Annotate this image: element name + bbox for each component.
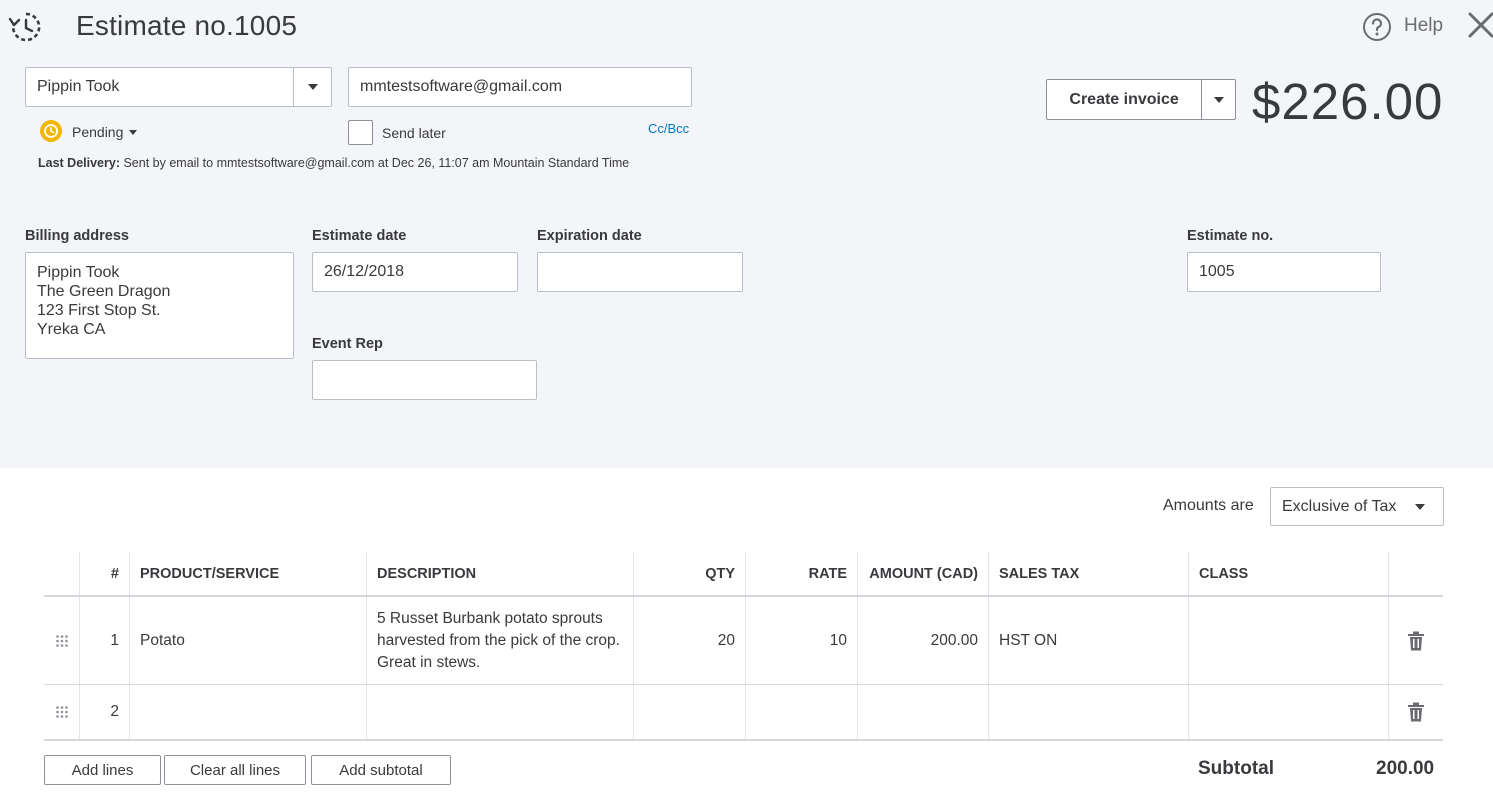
trash-icon[interactable] (1389, 597, 1443, 684)
expiration-date-field[interactable] (537, 252, 743, 292)
column-header-description: DESCRIPTION (367, 552, 634, 595)
estimate-date-label: Estimate date (312, 228, 407, 244)
row-amount[interactable]: 200.00 (858, 597, 989, 684)
help-icon[interactable] (1362, 12, 1392, 42)
row-qty[interactable]: 20 (634, 597, 746, 684)
row-amount[interactable] (858, 685, 989, 739)
last-delivery-label: Last Delivery: (38, 156, 120, 170)
estimate-no-field[interactable]: 1005 (1187, 252, 1381, 292)
column-header-qty: QTY (634, 552, 746, 595)
row-description[interactable]: 5 Russet Burbank potato sprouts harveste… (367, 597, 634, 684)
column-header-number: # (80, 552, 130, 595)
create-invoice-dropdown-button[interactable] (1201, 80, 1235, 119)
billing-address-line: Yreka CA (37, 321, 106, 338)
table-row[interactable]: 1 Potato 5 Russet Burbank potato sprouts… (44, 597, 1443, 685)
customer-email-field[interactable]: mmtestsoftware@gmail.com (348, 67, 692, 107)
drag-handle-icon[interactable] (44, 597, 80, 684)
estimate-total-amount: $226.00 (1252, 73, 1444, 130)
pending-clock-icon (38, 119, 64, 143)
row-number: 2 (80, 685, 130, 739)
billing-address-label: Billing address (25, 228, 129, 244)
column-header-drag (44, 552, 80, 595)
estimate-date-field[interactable]: 26/12/2018 (312, 252, 518, 292)
help-link[interactable]: Help (1404, 15, 1443, 37)
add-subtotal-button[interactable]: Add subtotal (311, 755, 451, 785)
drag-handle-icon[interactable] (44, 685, 80, 739)
subtotal-label: Subtotal (1198, 758, 1274, 779)
history-icon[interactable] (8, 10, 44, 44)
chevron-down-icon (307, 84, 318, 90)
create-invoice-split-button[interactable]: Create invoice (1046, 79, 1236, 120)
amounts-are-label: Amounts are (1163, 497, 1254, 514)
column-header-product: PRODUCT/SERVICE (130, 552, 367, 595)
line-items-table: # PRODUCT/SERVICE DESCRIPTION QTY RATE A… (44, 552, 1443, 741)
billing-address-line: The Green Dragon (37, 283, 171, 300)
estimate-no-label: Estimate no. (1187, 228, 1274, 244)
amounts-are-value: Exclusive of Tax (1282, 497, 1397, 515)
event-rep-field[interactable] (312, 360, 537, 400)
add-lines-button[interactable]: Add lines (44, 755, 161, 785)
row-product[interactable]: Potato (130, 597, 367, 684)
billing-address-field[interactable]: Pippin Took The Green Dragon 123 First S… (25, 252, 294, 359)
clear-all-lines-button[interactable]: Clear all lines (164, 755, 306, 785)
column-header-delete (1389, 552, 1443, 595)
customer-dropdown-button[interactable] (293, 68, 331, 106)
close-icon[interactable] (1466, 10, 1493, 40)
row-sales-tax[interactable] (989, 685, 1189, 739)
row-number: 1 (80, 597, 130, 684)
customer-select-value: Pippin Took (37, 78, 120, 95)
chevron-down-icon (1213, 96, 1224, 103)
row-sales-tax[interactable]: HST ON (989, 597, 1189, 684)
row-description[interactable] (367, 685, 634, 739)
chevron-down-icon (1415, 503, 1425, 510)
row-class[interactable] (1189, 597, 1389, 684)
row-class[interactable] (1189, 685, 1389, 739)
send-later-checkbox[interactable] (348, 120, 373, 145)
trash-icon[interactable] (1389, 685, 1443, 739)
page-title: Estimate no.1005 (76, 10, 298, 41)
last-delivery-info: Last Delivery: Sent by email to mmtestso… (38, 156, 629, 170)
send-later-label: Send later (382, 125, 446, 141)
subtotal-value: 200.00 (1376, 758, 1435, 779)
billing-address-line: 123 First Stop St. (37, 302, 161, 319)
event-rep-label: Event Rep (312, 336, 383, 352)
status-label: Pending (72, 124, 124, 140)
column-header-rate: RATE (746, 552, 858, 595)
expiration-date-label: Expiration date (537, 228, 642, 244)
row-product[interactable] (130, 685, 367, 739)
row-rate[interactable]: 10 (746, 597, 858, 684)
chevron-down-icon (129, 129, 138, 135)
billing-address-line: Pippin Took (37, 264, 120, 281)
cc-bcc-link[interactable]: Cc/Bcc (648, 121, 689, 136)
customer-select[interactable]: Pippin Took (25, 67, 332, 107)
last-delivery-text: Sent by email to mmtestsoftware@gmail.co… (123, 156, 630, 170)
create-invoice-button[interactable]: Create invoice (1047, 91, 1201, 109)
amounts-are-select[interactable]: Exclusive of Tax (1270, 487, 1444, 526)
row-qty[interactable] (634, 685, 746, 739)
column-header-sales-tax: SALES TAX (989, 552, 1189, 595)
table-header-row: # PRODUCT/SERVICE DESCRIPTION QTY RATE A… (44, 552, 1443, 597)
table-row[interactable]: 2 (44, 685, 1443, 741)
column-header-amount: AMOUNT (CAD) (858, 552, 989, 595)
column-header-class: CLASS (1189, 552, 1389, 595)
row-rate[interactable] (746, 685, 858, 739)
status-dropdown[interactable]: Pending (72, 124, 138, 140)
